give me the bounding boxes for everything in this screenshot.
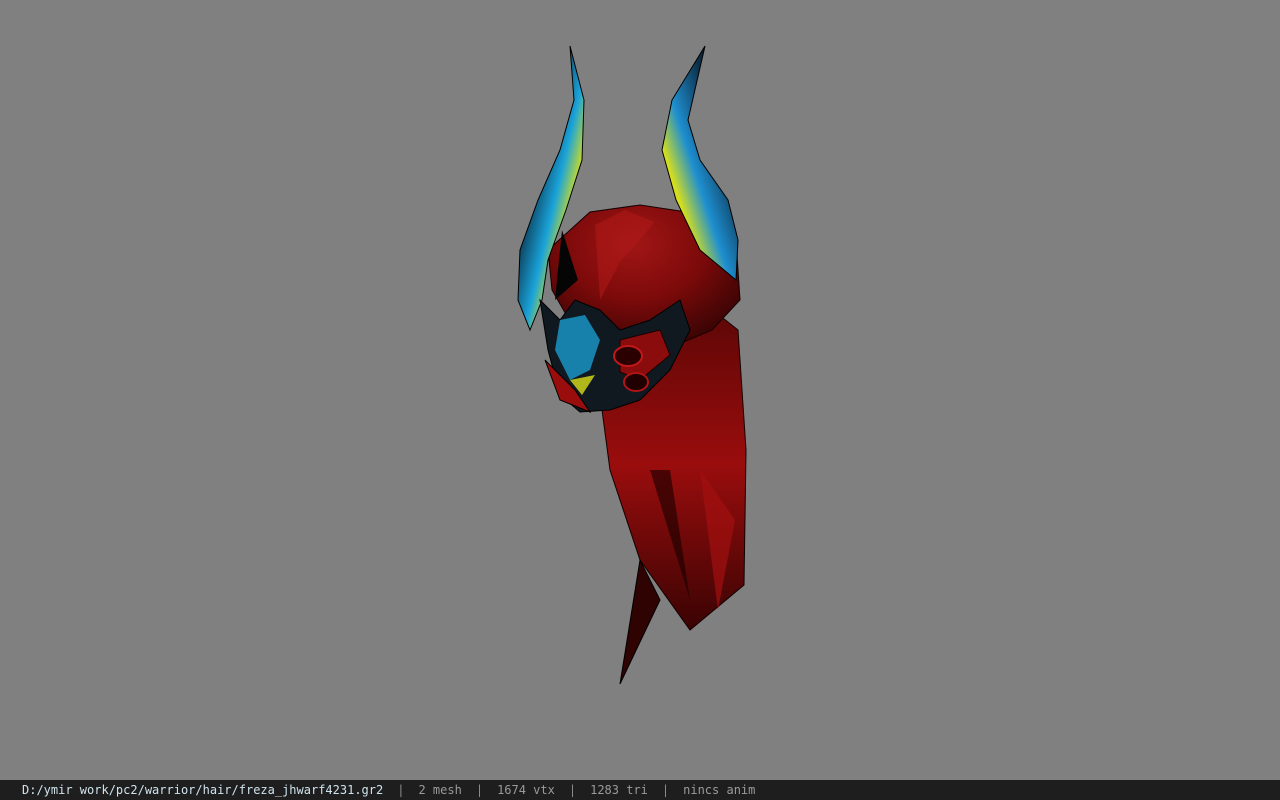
status-separator: |	[475, 783, 484, 797]
status-bar-content: D:/ymir work/pc2/warrior/hair/freza_jhwa…	[22, 783, 755, 797]
helmet-eye-ring	[613, 345, 643, 367]
file-path: D:/ymir work/pc2/warrior/hair/freza_jhwa…	[22, 783, 384, 797]
helmet-eye-ring-2	[623, 372, 649, 392]
status-separator: |	[397, 783, 405, 797]
status-separator: |	[568, 783, 577, 797]
3d-viewport[interactable]	[0, 0, 1280, 780]
anim-status: nincs anim	[683, 783, 756, 797]
vertex-count: 1674 vtx	[497, 783, 555, 797]
triangle-count: 1283 tri	[590, 783, 648, 797]
status-bar: D:/ymir work/pc2/warrior/hair/freza_jhwa…	[0, 780, 1280, 800]
demon-helmet-model-icon[interactable]	[0, 0, 1280, 780]
status-separator: |	[661, 783, 670, 797]
mesh-count: 2 mesh	[418, 783, 462, 797]
